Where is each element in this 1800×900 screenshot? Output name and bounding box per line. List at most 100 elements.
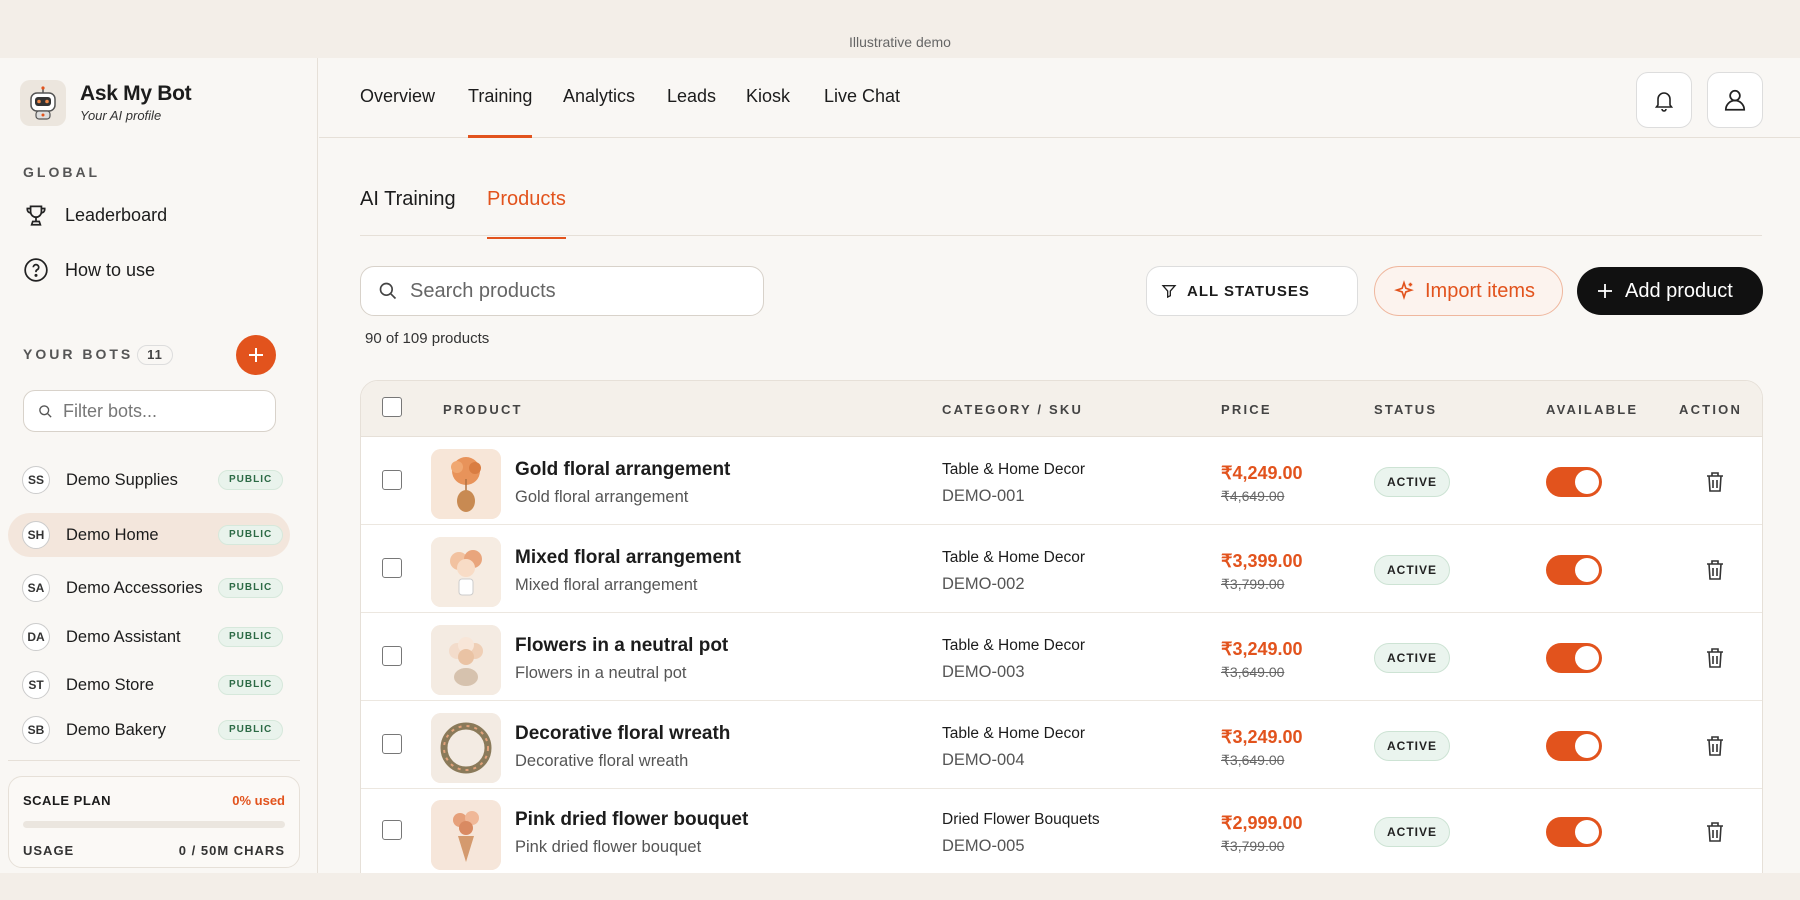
product-description: Flowers in a neutral pot bbox=[515, 664, 687, 682]
bot-avatar: ST bbox=[22, 671, 50, 699]
search-products-input[interactable] bbox=[410, 279, 730, 303]
row-checkbox[interactable] bbox=[382, 646, 402, 666]
robot-icon bbox=[30, 86, 56, 120]
product-description: Mixed floral arrangement bbox=[515, 576, 698, 594]
bot-item-demo-supplies[interactable]: SS Demo Supplies PUBLIC bbox=[8, 458, 290, 502]
product-old-price: ₹3,799.00 bbox=[1221, 838, 1285, 854]
flower-vase-image bbox=[431, 449, 501, 519]
import-items-label: Import items bbox=[1425, 279, 1536, 302]
toggle-knob bbox=[1575, 820, 1599, 844]
subtab-ai-training[interactable]: AI Training bbox=[360, 188, 456, 237]
product-name: Pink dried flower bouquet bbox=[515, 809, 749, 830]
bell-icon bbox=[1654, 92, 1674, 112]
tab-kiosk[interactable]: Kiosk bbox=[746, 86, 790, 135]
bot-avatar: SS bbox=[22, 466, 50, 494]
bot-avatar: SA bbox=[22, 574, 50, 602]
sidebar-item-label: Leaderboard bbox=[65, 204, 168, 225]
delete-button[interactable] bbox=[1705, 559, 1725, 586]
product-category: Table & Home Decor bbox=[942, 549, 1086, 566]
notifications-button[interactable] bbox=[1636, 72, 1692, 128]
bot-item-demo-assistant[interactable]: DA Demo Assistant PUBLIC bbox=[8, 615, 290, 659]
filter-icon bbox=[1161, 285, 1177, 299]
bot-name: Demo Bakery bbox=[66, 720, 166, 739]
tab-live-chat[interactable]: Live Chat bbox=[824, 86, 900, 135]
public-badge: PUBLIC bbox=[218, 675, 284, 695]
product-category: Table & Home Decor bbox=[942, 725, 1086, 742]
add-bot-button[interactable] bbox=[236, 335, 276, 375]
filter-bots-field bbox=[23, 390, 276, 432]
available-toggle[interactable] bbox=[1546, 817, 1602, 847]
profile-button[interactable] bbox=[1707, 72, 1763, 128]
available-toggle[interactable] bbox=[1546, 555, 1602, 585]
product-sku: DEMO-005 bbox=[942, 837, 1025, 855]
row-checkbox[interactable] bbox=[382, 734, 402, 754]
tab-leads[interactable]: Leads bbox=[667, 86, 716, 135]
delete-button[interactable] bbox=[1705, 735, 1725, 762]
select-all-checkbox[interactable] bbox=[382, 397, 402, 417]
status-badge: ACTIVE bbox=[1374, 731, 1451, 761]
column-header-price: PRICE bbox=[1221, 402, 1272, 417]
table-header: PRODUCT CATEGORY / SKU PRICE STATUS AVAI… bbox=[361, 381, 1762, 437]
sparkle-icon bbox=[1394, 280, 1414, 301]
delete-button[interactable] bbox=[1705, 821, 1725, 848]
plan-name: SCALE PLAN bbox=[23, 793, 112, 808]
add-product-button[interactable]: Add product bbox=[1577, 267, 1763, 315]
row-checkbox[interactable] bbox=[382, 558, 402, 578]
toggle-knob bbox=[1575, 734, 1599, 758]
row-checkbox[interactable] bbox=[382, 470, 402, 490]
column-header-status: STATUS bbox=[1374, 402, 1438, 417]
table-row: Gold floral arrangement Gold floral arra… bbox=[361, 438, 1762, 525]
product-thumbnail bbox=[431, 713, 501, 783]
trash-icon bbox=[1707, 472, 1723, 492]
bouquet-image bbox=[431, 800, 501, 870]
top-nav: Overview Training Analytics Leads Kiosk … bbox=[319, 58, 1800, 138]
bot-name: Demo Accessories bbox=[66, 578, 203, 597]
delete-button[interactable] bbox=[1705, 471, 1725, 498]
table-row: Flowers in a neutral pot Flowers in a ne… bbox=[361, 614, 1762, 701]
sidebar: Ask My Bot Your AI profile GLOBAL Leader… bbox=[0, 58, 318, 873]
bot-item-demo-accessories[interactable]: SA Demo Accessories PUBLIC bbox=[8, 566, 290, 610]
search-icon bbox=[379, 282, 397, 300]
bot-item-demo-home[interactable]: SH Demo Home PUBLIC bbox=[8, 513, 290, 557]
status-filter-button[interactable]: ALL STATUSES bbox=[1146, 266, 1358, 316]
plan-card: SCALE PLAN 0% used USAGE 0 / 50M CHARS bbox=[8, 776, 300, 868]
available-toggle[interactable] bbox=[1546, 467, 1602, 497]
tab-analytics[interactable]: Analytics bbox=[563, 86, 635, 135]
brand-title: Ask My Bot bbox=[80, 82, 192, 105]
usage-label: USAGE bbox=[23, 843, 75, 858]
column-header-category-sku: CATEGORY / SKU bbox=[942, 402, 1084, 417]
tab-overview[interactable]: Overview bbox=[360, 86, 435, 135]
bot-avatar: SH bbox=[22, 521, 50, 549]
product-description: Gold floral arrangement bbox=[515, 488, 689, 506]
bot-item-demo-store[interactable]: ST Demo Store PUBLIC bbox=[8, 663, 290, 707]
import-items-button[interactable]: Import items bbox=[1374, 266, 1563, 316]
product-name: Mixed floral arrangement bbox=[515, 547, 741, 568]
product-price: ₹4,249.00 bbox=[1221, 463, 1303, 483]
sidebar-item-how-to-use[interactable]: How to use bbox=[23, 257, 155, 283]
trash-icon bbox=[1707, 648, 1723, 668]
toggle-knob bbox=[1575, 558, 1599, 582]
sidebar-item-leaderboard[interactable]: Leaderboard bbox=[23, 202, 167, 228]
product-description: Decorative floral wreath bbox=[515, 752, 689, 770]
public-badge: PUBLIC bbox=[218, 470, 284, 490]
add-product-label: Add product bbox=[1625, 279, 1733, 302]
available-toggle[interactable] bbox=[1546, 643, 1602, 673]
column-header-product: PRODUCT bbox=[443, 402, 523, 417]
app-window: Ask My Bot Your AI profile GLOBAL Leader… bbox=[0, 58, 1800, 873]
available-toggle[interactable] bbox=[1546, 731, 1602, 761]
table-row: Mixed floral arrangement Mixed floral ar… bbox=[361, 526, 1762, 613]
bot-item-demo-bakery[interactable]: SB Demo Bakery PUBLIC bbox=[8, 708, 290, 752]
product-sku: DEMO-002 bbox=[942, 575, 1025, 593]
row-checkbox[interactable] bbox=[382, 820, 402, 840]
product-old-price: ₹3,649.00 bbox=[1221, 664, 1285, 680]
user-icon bbox=[1724, 89, 1746, 111]
delete-button[interactable] bbox=[1705, 647, 1725, 674]
filter-bots-input[interactable] bbox=[63, 400, 263, 422]
wreath-image bbox=[431, 713, 501, 783]
tab-training[interactable]: Training bbox=[468, 86, 533, 138]
bot-name: Demo Assistant bbox=[66, 627, 181, 646]
bot-name: Demo Home bbox=[66, 525, 159, 544]
subtab-products[interactable]: Products bbox=[487, 188, 566, 239]
product-thumbnail bbox=[431, 625, 501, 695]
status-filter-label: ALL STATUSES bbox=[1187, 282, 1310, 300]
